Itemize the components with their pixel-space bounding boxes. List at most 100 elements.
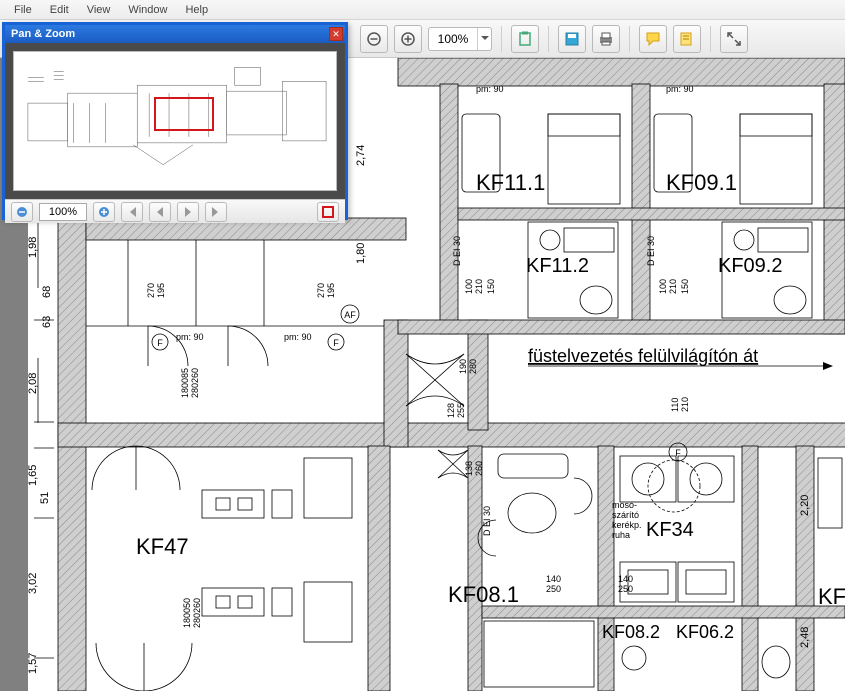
close-icon[interactable]: ✕	[329, 27, 343, 41]
clipboard-button[interactable]	[511, 25, 539, 53]
dim-dei30c: D EI 30	[482, 506, 492, 536]
pz-zoom-input[interactable]	[39, 203, 87, 221]
zoom-level[interactable]	[428, 27, 492, 51]
dim-138: 138	[464, 461, 474, 476]
pz-last-button[interactable]	[205, 202, 227, 222]
dim-128: 128	[446, 403, 456, 418]
pz-prev-button[interactable]	[149, 202, 171, 222]
dim-pm90b: pm: 90	[284, 332, 312, 342]
pz-next-button[interactable]	[177, 202, 199, 222]
dim-210a: 210	[474, 279, 484, 294]
toolbar-sep2	[548, 26, 549, 52]
pan-zoom-titlebar[interactable]: Pan & Zoom ✕	[5, 25, 345, 43]
marker-af: AF	[344, 310, 356, 320]
pan-zoom-panel[interactable]: Pan & Zoom ✕	[2, 22, 348, 220]
dim-100b: 100	[658, 279, 668, 294]
label-kf08-1: KF08.1	[448, 582, 519, 607]
dim-210b: 210	[668, 279, 678, 294]
dim-250a: 250	[546, 584, 561, 594]
label-kf09-1: KF09.1	[666, 170, 737, 195]
dim-270b: 270	[316, 283, 326, 298]
dim-220: 2,20	[799, 495, 811, 516]
annotation-text: füstelvezetés felülvilágítón át	[528, 346, 758, 366]
pz-first-button[interactable]	[121, 202, 143, 222]
dim-150a: 150	[486, 279, 496, 294]
pan-zoom-viewport-rect[interactable]	[154, 97, 214, 131]
dim-dei30b: D EI 30	[646, 236, 656, 266]
dim-pm90d: pm: 90	[666, 84, 694, 94]
dim-260: 260	[474, 461, 484, 476]
dim-51: 51	[39, 492, 51, 504]
menu-file[interactable]: File	[6, 2, 40, 18]
dim-140b: 140	[618, 574, 633, 584]
note-l4: ruha	[612, 530, 630, 540]
dim-68: 68	[41, 286, 53, 298]
menu-help[interactable]: Help	[177, 2, 216, 18]
comment-button[interactable]	[639, 25, 667, 53]
toolbar-sep3	[629, 26, 630, 52]
dim-180: 1,80	[355, 243, 367, 264]
marker-f3: F	[675, 448, 681, 458]
dim-180050: 180050	[182, 598, 192, 628]
pan-zoom-title: Pan & Zoom	[11, 28, 75, 40]
dim-190: 190	[458, 359, 468, 374]
dim-100a: 100	[464, 279, 474, 294]
note-button[interactable]	[673, 25, 701, 53]
toolbar-sep	[501, 26, 502, 52]
toolbar-sep4	[710, 26, 711, 52]
pan-zoom-toolbar	[5, 199, 345, 223]
label-kf11-2: KF11.2	[526, 255, 589, 277]
note-l1: mosó-	[612, 500, 637, 510]
label-kf11-1: KF11.1	[476, 170, 545, 195]
dim-302: 3,02	[28, 573, 39, 594]
dim-280: 280	[468, 359, 478, 374]
note-l3: kerékp.	[612, 520, 642, 530]
zoom-input[interactable]	[429, 32, 477, 46]
dim-198: 1,98	[28, 237, 39, 258]
dim-208: 2,08	[28, 373, 39, 394]
pz-zoom-out-button[interactable]	[11, 202, 33, 222]
dim-270a: 270	[146, 283, 156, 298]
dim-dei30a: D EI 30	[452, 236, 462, 266]
label-kf09-2: KF09.2	[718, 255, 782, 277]
zoom-out-button[interactable]	[360, 25, 388, 53]
dim-110: 110	[670, 398, 680, 412]
dim-165: 1,65	[28, 465, 39, 486]
label-kf34: KF34	[646, 519, 694, 541]
dim-248: 2,48	[799, 627, 811, 648]
label-kf08-2: KF08.2	[602, 622, 660, 642]
save-button[interactable]	[558, 25, 586, 53]
marker-f: F	[157, 338, 163, 348]
dim-280260b: 280260	[192, 598, 202, 628]
menu-view[interactable]: View	[79, 2, 119, 18]
print-button[interactable]	[592, 25, 620, 53]
zoom-in-button[interactable]	[394, 25, 422, 53]
dim-255: 255	[456, 403, 466, 418]
menu-window[interactable]: Window	[120, 2, 175, 18]
zoom-dropdown[interactable]	[477, 28, 491, 50]
dim-140a: 140	[546, 574, 561, 584]
label-kf47: KF47	[136, 534, 189, 559]
dim-280260a: 280260	[190, 368, 200, 398]
note-l2: szárító	[612, 510, 639, 520]
dim-274: 2,74	[355, 145, 367, 166]
dim-63: 63	[41, 316, 53, 328]
pz-zoom-in-button[interactable]	[93, 202, 115, 222]
marker-f2: F	[333, 338, 339, 348]
pz-marquee-button[interactable]	[317, 202, 339, 222]
fullscreen-button[interactable]	[720, 25, 748, 53]
label-kf06-2: KF06.2	[676, 622, 734, 642]
pan-zoom-thumbnail[interactable]	[13, 51, 337, 191]
dim-150b: 150	[680, 279, 690, 294]
dim-195b: 195	[326, 283, 336, 298]
dim-210c: 210	[680, 397, 690, 412]
dim-157: 1,57	[28, 653, 39, 674]
label-kf-right: KF	[818, 584, 845, 609]
menu-edit[interactable]: Edit	[42, 2, 77, 18]
dim-pm90c: pm: 90	[476, 84, 504, 94]
dim-250b: 250	[618, 584, 633, 594]
dim-195a: 195	[156, 283, 166, 298]
menu-bar: File Edit View Window Help	[0, 0, 845, 20]
dim-pm90a: pm: 90	[176, 332, 204, 342]
dim-180085a: 180085	[180, 368, 190, 398]
